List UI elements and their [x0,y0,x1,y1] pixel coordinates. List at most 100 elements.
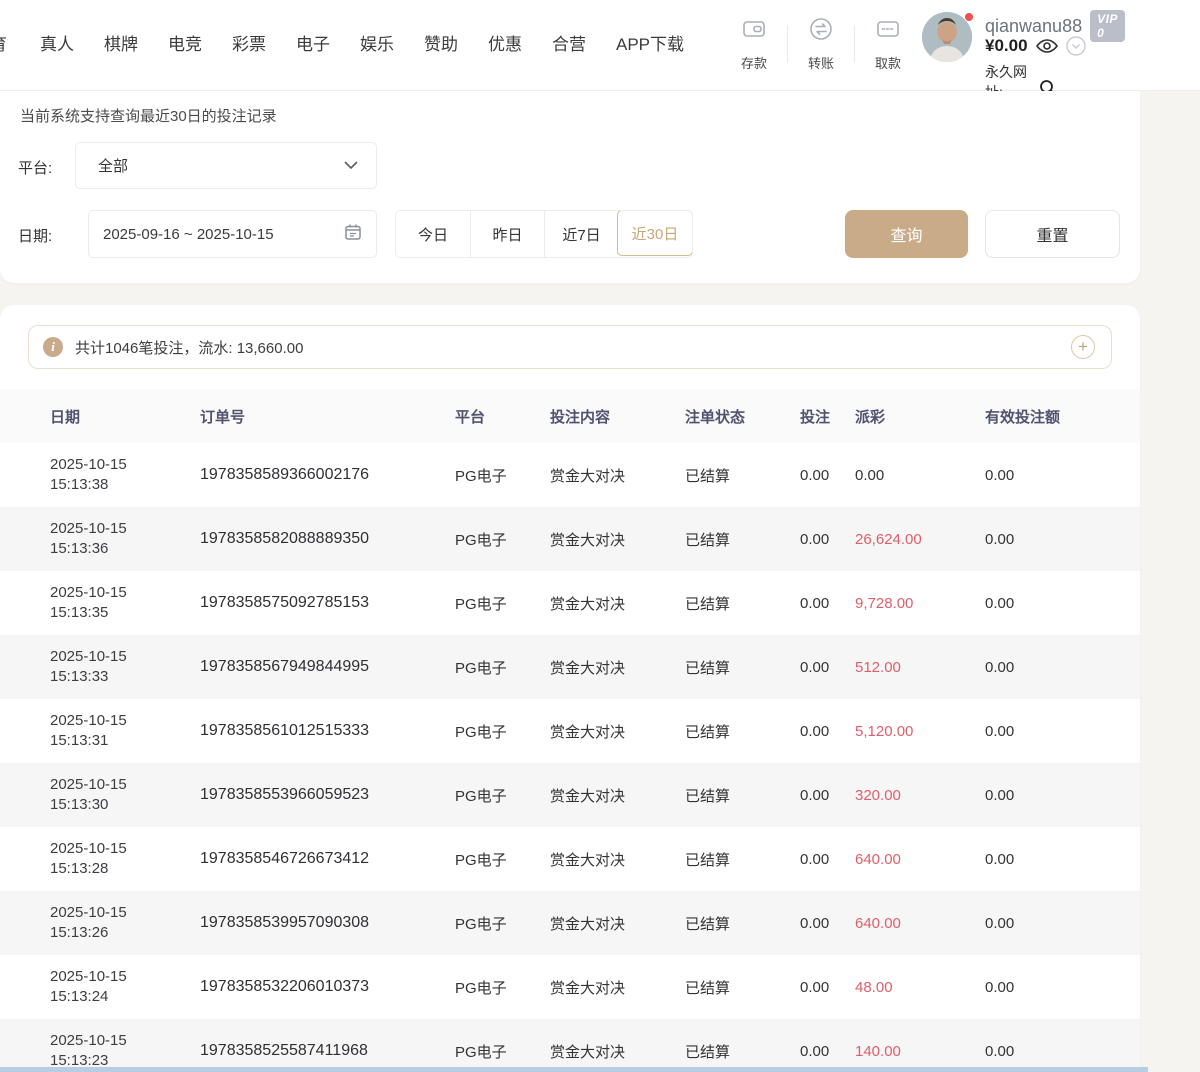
nav-item-sports-partial[interactable]: 育 [0,30,10,55]
table-row[interactable]: 2025-10-1515:13:33 1978358567949844995 P… [0,635,1140,699]
cell-order-number: 1978358575092785153 [200,594,455,612]
cell-platform: PG电子 [455,529,550,550]
date-range-value: 2025-09-16 ~ 2025-10-15 [103,226,274,243]
cell-payout: 512.00 [855,659,985,676]
table-row[interactable]: 2025-10-1515:13:35 1978358575092785153 P… [0,571,1140,635]
transfer-button[interactable]: 转账 [789,16,853,72]
nav-item-app-download[interactable]: APP下载 [616,30,684,55]
cell-platform: PG电子 [455,977,550,998]
cell-bet-content: 赏金大对决 [550,849,685,870]
cell-bet-content: 赏金大对决 [550,721,685,742]
username[interactable]: qianwanu88 [985,16,1082,37]
table-body: 2025-10-1515:13:38 1978358589366002176 P… [0,443,1140,1072]
balance-amount: ¥0.00 [985,36,1028,56]
cell-valid-amount: 0.00 [985,531,1120,548]
quick-date-group: 今日 昨日 近7日 近30日 [395,210,693,258]
nav-item-casino[interactable]: 娱乐 [360,30,394,55]
cell-status: 已结算 [685,721,800,742]
cell-valid-amount: 0.00 [985,979,1120,996]
search-button[interactable]: 查询 [845,210,968,258]
table-row[interactable]: 2025-10-1515:13:36 1978358582088889350 P… [0,507,1140,571]
nav-item-sponsor[interactable]: 赞助 [424,30,458,55]
col-header-date: 日期 [50,406,200,427]
col-header-platform: 平台 [455,406,550,427]
cell-bet-content: 赏金大对决 [550,913,685,934]
cell-order-number: 1978358567949844995 [200,658,455,676]
transfer-label: 转账 [808,53,834,72]
cell-bet-amount: 0.00 [800,787,855,804]
deposit-button[interactable]: 存款 [722,16,786,72]
cell-order-number: 1978358561012515333 [200,722,455,740]
date-range-picker[interactable]: 2025-09-16 ~ 2025-10-15 [88,210,377,258]
cell-status: 已结算 [685,465,800,486]
col-header-payout: 派彩 [855,406,985,427]
cell-platform: PG电子 [455,1041,550,1062]
eye-icon[interactable] [1036,38,1058,54]
cell-bet-amount: 0.00 [800,531,855,548]
chevron-down-circle-icon[interactable] [1066,36,1086,56]
cell-payout: 640.00 [855,915,985,932]
cell-bet-content: 赏金大对决 [550,977,685,998]
nav-item-esports[interactable]: 电竞 [168,30,202,55]
cell-bet-amount: 0.00 [800,979,855,996]
nav-item-lottery[interactable]: 彩票 [232,30,266,55]
cell-date: 2025-10-1515:13:30 [50,775,200,815]
cell-status: 已结算 [685,593,800,614]
cell-bet-amount: 0.00 [800,595,855,612]
cell-status: 已结算 [685,657,800,678]
deposit-label: 存款 [741,53,767,72]
quick-date-7days[interactable]: 近7日 [544,211,618,257]
betting-records-page: 育 真人 棋牌 电竞 彩票 电子 娱乐 赞助 优惠 合营 APP下载 存款 [0,0,1200,1072]
divider [854,25,855,63]
table-row[interactable]: 2025-10-1515:13:30 1978358553966059523 P… [0,763,1140,827]
table-row[interactable]: 2025-10-1515:13:38 1978358589366002176 P… [0,443,1140,507]
user-line-balance: ¥0.00 [985,36,1086,56]
withdraw-button[interactable]: 取款 [856,16,920,72]
cell-order-number: 1978358532206010373 [200,978,455,996]
summary-text: 共计1046笔投注，流水: 13,660.00 [75,337,303,358]
wallet-actions: 存款 转账 取款 [722,16,920,72]
table-row[interactable]: 2025-10-1515:13:26 1978358539957090308 P… [0,891,1140,955]
cell-valid-amount: 0.00 [985,723,1120,740]
cell-platform: PG电子 [455,657,550,678]
table-row[interactable]: 2025-10-1515:13:23 1978358525587411968 P… [0,1019,1140,1072]
nav-item-partner[interactable]: 合营 [552,30,586,55]
date-label: 日期: [18,225,52,246]
nav-item-cards[interactable]: 棋牌 [104,30,138,55]
cell-order-number: 1978358589366002176 [200,466,455,484]
quick-date-30days[interactable]: 近30日 [617,210,693,256]
cell-date: 2025-10-1515:13:28 [50,839,200,879]
records-panel: i 共计1046笔投注，流水: 13,660.00 + 日期 订单号 平台 投注… [0,305,1140,1072]
cell-payout: 640.00 [855,851,985,868]
cell-order-number: 1978358539957090308 [200,914,455,932]
cell-platform: PG电子 [455,785,550,806]
notification-dot [964,12,974,22]
expand-plus-icon[interactable]: + [1071,335,1095,359]
table-row[interactable]: 2025-10-1515:13:24 1978358532206010373 P… [0,955,1140,1019]
nav-item-slots[interactable]: 电子 [296,30,330,55]
cell-date: 2025-10-1515:13:26 [50,903,200,943]
bottom-highlight-bar [0,1067,1148,1072]
col-header-bet: 投注 [800,406,855,427]
cell-bet-amount: 0.00 [800,467,855,484]
info-icon: i [43,337,63,357]
divider [787,25,788,63]
quick-date-today[interactable]: 今日 [396,211,470,257]
reset-button[interactable]: 重置 [985,210,1120,258]
cell-status: 已结算 [685,785,800,806]
cell-valid-amount: 0.00 [985,467,1120,484]
records-note: 当前系统支持查询最近30日的投注记录 [20,105,277,126]
summary-bar: i 共计1046笔投注，流水: 13,660.00 + [28,325,1112,369]
table-row[interactable]: 2025-10-1515:13:28 1978358546726673412 P… [0,827,1140,891]
table-row[interactable]: 2025-10-1515:13:31 1978358561012515333 P… [0,699,1140,763]
platform-select[interactable]: 全部 [75,142,377,189]
wallet-icon [741,16,767,47]
cell-valid-amount: 0.00 [985,915,1120,932]
cell-payout: 0.00 [855,467,985,484]
nav-item-promo[interactable]: 优惠 [488,30,522,55]
cell-valid-amount: 0.00 [985,851,1120,868]
cell-valid-amount: 0.00 [985,595,1120,612]
quick-date-yesterday[interactable]: 昨日 [470,211,544,257]
nav-item-live[interactable]: 真人 [40,30,74,55]
cell-valid-amount: 0.00 [985,1043,1120,1060]
